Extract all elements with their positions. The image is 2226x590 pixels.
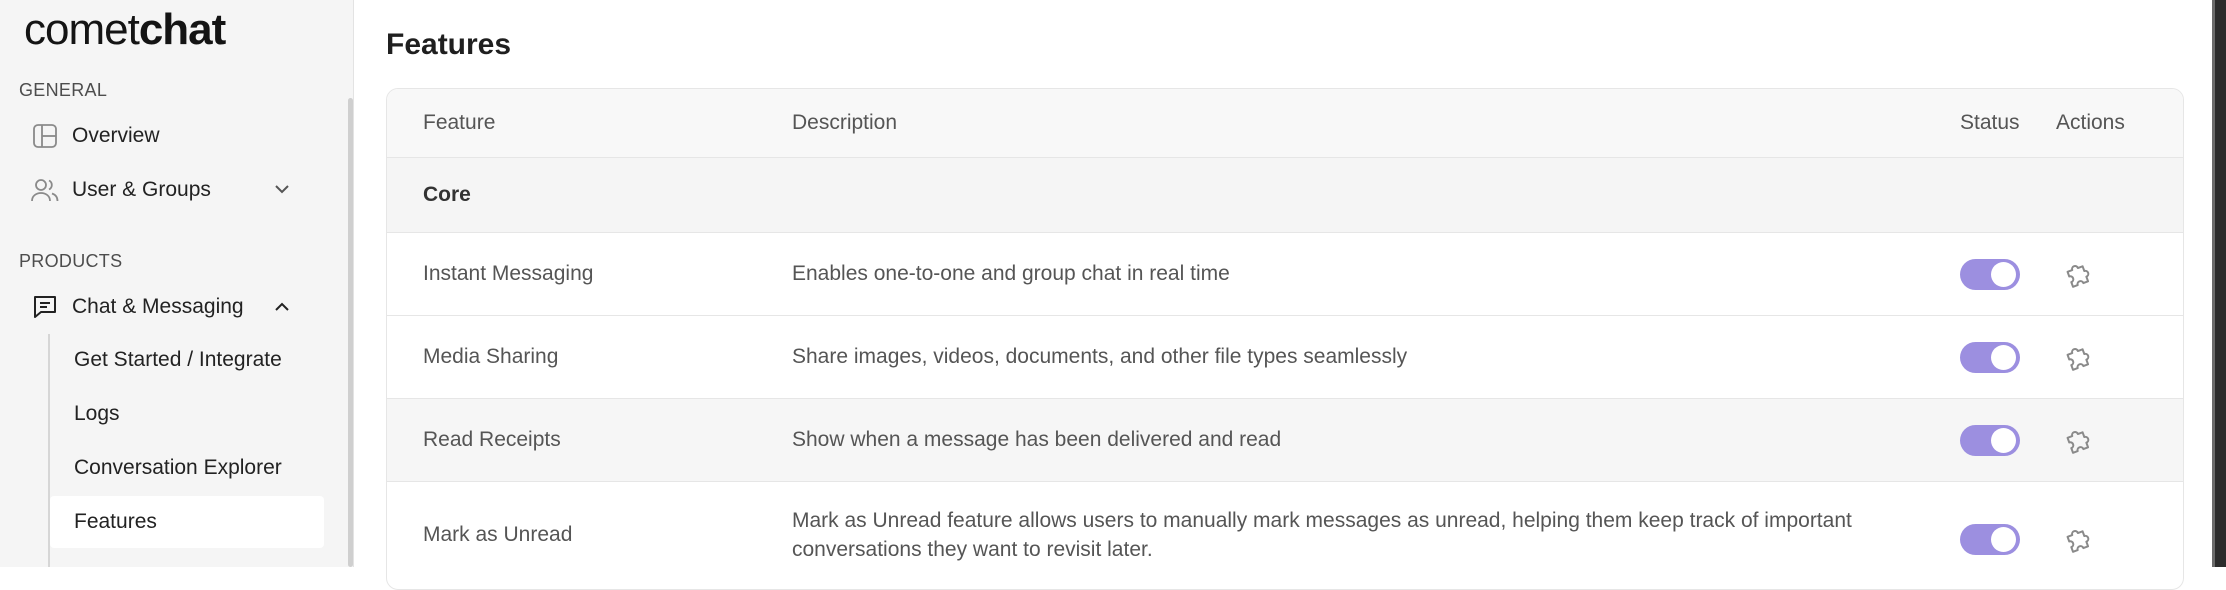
puzzle-icon[interactable] [2063, 424, 2095, 456]
toggle-knob [1991, 428, 2016, 453]
sidebar-item-chat-messaging[interactable]: Chat & Messaging [18, 283, 314, 331]
sidebar-item-label: User & Groups [72, 178, 211, 201]
status-toggle[interactable] [1960, 425, 2020, 456]
feature-description: Share images, videos, documents, and oth… [792, 345, 1408, 368]
feature-name: Mark as Unread [423, 523, 573, 546]
feature-name: Read Receipts [423, 428, 561, 451]
table-row: Mark as Unread Mark as Unread feature al… [387, 481, 2183, 589]
sidebar-item-label: Overview [72, 124, 160, 147]
feature-description: Mark as Unread feature allows users to m… [792, 506, 1852, 564]
status-toggle[interactable] [1960, 259, 2020, 290]
sidebar-scrollbar[interactable] [348, 98, 353, 567]
sidebar-item-user-groups[interactable]: User & Groups [18, 166, 314, 214]
column-header-status: Status [1960, 111, 2020, 134]
sidebar-item-label: Chat & Messaging [72, 295, 244, 318]
toggle-knob [1991, 345, 2016, 370]
sidebar: cometchat GENERAL Overview User & Groups… [0, 0, 354, 567]
column-header-description: Description [792, 111, 898, 134]
puzzle-icon[interactable] [2063, 523, 2095, 555]
section-label-products: PRODUCTS [19, 251, 123, 271]
column-header-feature: Feature [423, 111, 496, 134]
features-table: Feature Description Status Actions Core … [386, 88, 2184, 590]
feature-name: Instant Messaging [423, 262, 594, 285]
table-row: Read Receipts Show when a message has be… [387, 398, 2183, 481]
sidebar-subitem-label: Conversation Explorer [74, 456, 282, 479]
status-toggle[interactable] [1960, 342, 2020, 373]
group-label: Core [423, 183, 471, 206]
status-toggle[interactable] [1960, 524, 2020, 555]
cometchat-logo[interactable]: cometchat [24, 8, 226, 52]
puzzle-icon[interactable] [2063, 341, 2095, 373]
sidebar-item-overview[interactable]: Overview [18, 112, 314, 160]
group-row-core: Core [387, 157, 2183, 232]
sidebar-subitem-conversation-explorer[interactable]: Conversation Explorer [50, 442, 324, 494]
page-title: Features [386, 28, 512, 61]
chat-icon [30, 292, 60, 322]
users-icon [30, 175, 60, 205]
section-label-general: GENERAL [19, 80, 108, 100]
sidebar-subitem-label: Get Started / Integrate [74, 348, 282, 371]
toggle-knob [1991, 527, 2016, 552]
chevron-down-icon[interactable] [272, 179, 292, 199]
sidebar-subitem-label: Logs [74, 402, 120, 425]
sidebar-subitem-label: Features [74, 510, 157, 533]
sidebar-subitem-get-started[interactable]: Get Started / Integrate [50, 334, 324, 386]
sidebar-subitem-logs[interactable]: Logs [50, 388, 324, 440]
toggle-knob [1991, 262, 2016, 287]
sidebar-subitem-features[interactable]: Features [50, 496, 324, 548]
description-line: conversations they want to revisit later… [792, 538, 1153, 561]
table-row: Media Sharing Share images, videos, docu… [387, 315, 2183, 398]
table-header: Feature Description Status Actions [387, 89, 2183, 157]
chevron-up-icon[interactable] [272, 296, 292, 316]
layout-icon [30, 121, 60, 151]
feature-description: Enables one-to-one and group chat in rea… [792, 262, 1230, 285]
puzzle-icon[interactable] [2063, 258, 2095, 290]
window-edge [2212, 0, 2226, 567]
feature-description: Show when a message has been delivered a… [792, 428, 1282, 451]
column-header-actions: Actions [2056, 111, 2125, 134]
feature-name: Media Sharing [423, 345, 559, 368]
table-row: Instant Messaging Enables one-to-one and… [387, 232, 2183, 315]
description-line: Mark as Unread feature allows users to m… [792, 509, 1852, 532]
